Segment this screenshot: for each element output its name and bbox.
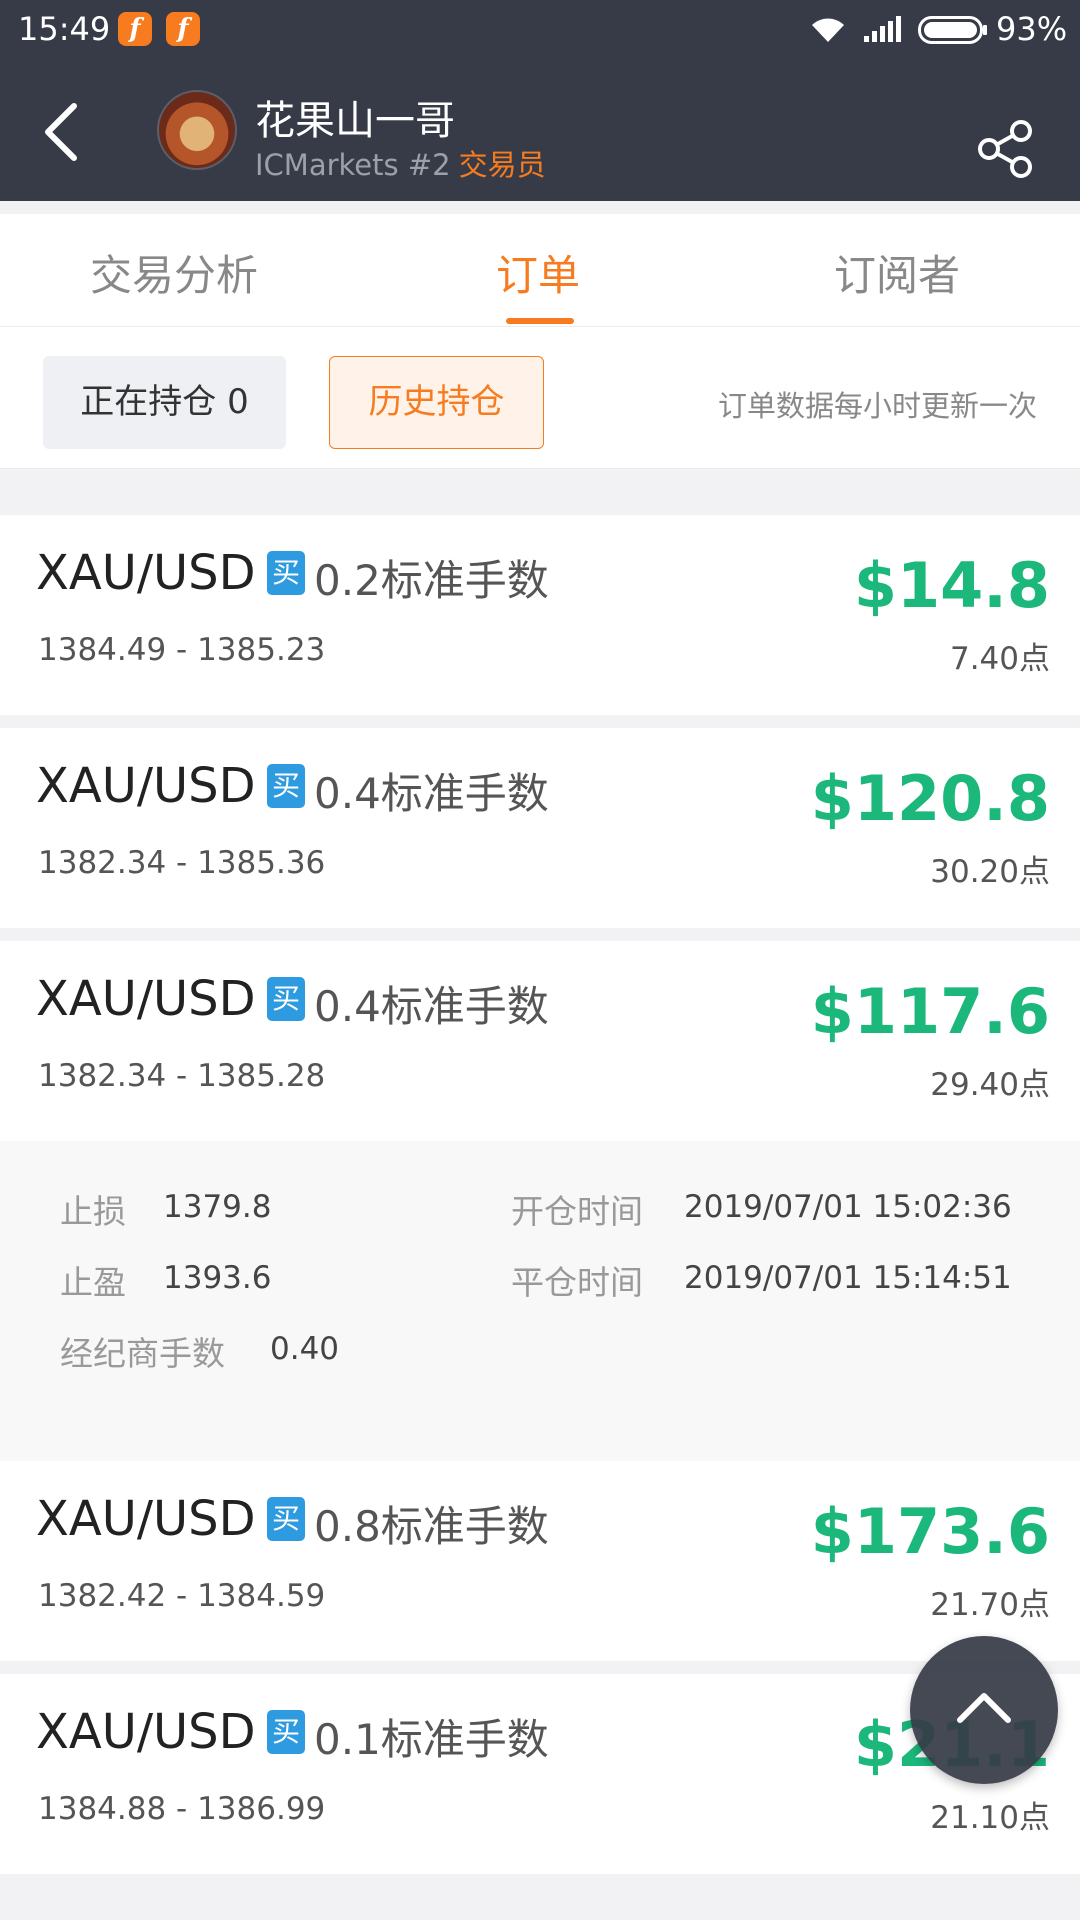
order-lots: 0.1标准手数	[314, 1715, 549, 1764]
stop-loss-value: 1379.8	[163, 1189, 272, 1225]
status-bar: 15:49 f f 93%	[0, 0, 1080, 60]
wifi-icon	[812, 18, 844, 42]
order-card[interactable]: XAU/USD 买 0.8标准手数 1382.42 - 1384.59 $173…	[0, 1461, 1080, 1661]
order-points: 21.10点	[930, 1800, 1050, 1836]
back-arrow-icon[interactable]	[40, 100, 80, 164]
broker-rank: ICMarkets #2	[255, 148, 451, 182]
order-lots: 0.8标准手数	[314, 1502, 549, 1551]
order-points: 21.70点	[930, 1587, 1050, 1623]
trader-name: 花果山一哥	[255, 98, 455, 144]
signal-icon	[864, 16, 901, 42]
order-symbol: XAU/USD	[36, 1704, 256, 1760]
order-lots: 0.2标准手数	[314, 556, 549, 605]
order-profit: $14.8	[853, 549, 1050, 622]
scroll-to-top-button[interactable]	[910, 1636, 1058, 1784]
trader-subtitle: ICMarkets #2 交易员	[255, 142, 546, 184]
order-points: 29.40点	[930, 1067, 1050, 1103]
order-price-range: 1384.88 - 1386.99	[38, 1791, 326, 1827]
active-tab-indicator	[506, 318, 574, 324]
buy-badge: 买	[267, 1710, 305, 1754]
order-lots: 0.4标准手数	[314, 982, 549, 1031]
order-symbol: XAU/USD	[36, 758, 256, 814]
app-f-icon: f	[166, 12, 200, 46]
take-profit-label: 止盈	[60, 1263, 126, 1302]
trader-role: 交易员	[458, 148, 546, 182]
battery-icon	[918, 16, 987, 44]
buy-badge: 买	[267, 764, 305, 808]
order-card[interactable]: XAU/USD 买 0.4标准手数 1382.34 - 1385.36 $120…	[0, 728, 1080, 928]
buy-badge: 买	[267, 1497, 305, 1541]
order-price-range: 1382.42 - 1384.59	[38, 1578, 326, 1614]
close-time-value: 2019/07/01 15:14:51	[684, 1260, 1012, 1296]
position-filter-bar: 正在持仓 0 历史持仓 订单数据每小时更新一次	[0, 327, 1080, 469]
app-header: 15:49 f f 93% 花果山一哥 ICMarkets #2 交易员	[0, 0, 1080, 201]
open-time-label: 开仓时间	[511, 1192, 643, 1231]
order-price-range: 1382.34 - 1385.28	[38, 1058, 326, 1094]
order-symbol: XAU/USD	[36, 1491, 256, 1547]
order-profit: $173.6	[810, 1495, 1050, 1568]
tab-bar: 交易分析 订单 订阅者	[0, 214, 1080, 327]
order-points: 7.40点	[949, 641, 1050, 677]
order-points: 30.20点	[930, 854, 1050, 890]
buy-badge: 买	[267, 551, 305, 595]
stop-loss-label: 止损	[60, 1192, 126, 1231]
open-positions-button[interactable]: 正在持仓 0	[43, 356, 286, 449]
broker-lots-label: 经纪商手数	[60, 1334, 225, 1373]
order-details-panel: 止损 1379.8 开仓时间 2019/07/01 15:02:36 止盈 13…	[0, 1141, 1080, 1461]
app-f-icon: f	[118, 12, 152, 46]
close-time-label: 平仓时间	[511, 1263, 643, 1302]
order-symbol: XAU/USD	[36, 545, 256, 601]
order-profit: $120.8	[810, 762, 1050, 835]
order-symbol: XAU/USD	[36, 971, 256, 1027]
broker-lots-value: 0.40	[270, 1331, 340, 1367]
tab-trade-analysis[interactable]: 交易分析	[90, 242, 258, 303]
open-time-value: 2019/07/01 15:02:36	[684, 1189, 1012, 1225]
tab-subscribers[interactable]: 订阅者	[834, 242, 960, 303]
battery-percentage: 93%	[996, 10, 1068, 48]
tab-orders[interactable]: 订单	[496, 242, 580, 303]
update-note: 订单数据每小时更新一次	[718, 389, 1038, 423]
status-time: 15:49	[18, 10, 111, 48]
order-profit: $117.6	[810, 975, 1050, 1048]
share-icon[interactable]	[974, 118, 1036, 180]
order-card[interactable]: XAU/USD 买 0.4标准手数 1382.34 - 1385.28 $117…	[0, 941, 1080, 1141]
history-positions-button[interactable]: 历史持仓	[329, 356, 544, 449]
order-price-range: 1384.49 - 1385.23	[38, 632, 326, 668]
take-profit-value: 1393.6	[163, 1260, 272, 1296]
order-card[interactable]: XAU/USD 买 0.2标准手数 1384.49 - 1385.23 $14.…	[0, 515, 1080, 715]
buy-badge: 买	[267, 977, 305, 1021]
chevron-up-icon	[957, 1693, 1011, 1723]
order-price-range: 1382.34 - 1385.36	[38, 845, 326, 881]
order-lots: 0.4标准手数	[314, 769, 549, 818]
trader-avatar[interactable]	[157, 90, 237, 170]
